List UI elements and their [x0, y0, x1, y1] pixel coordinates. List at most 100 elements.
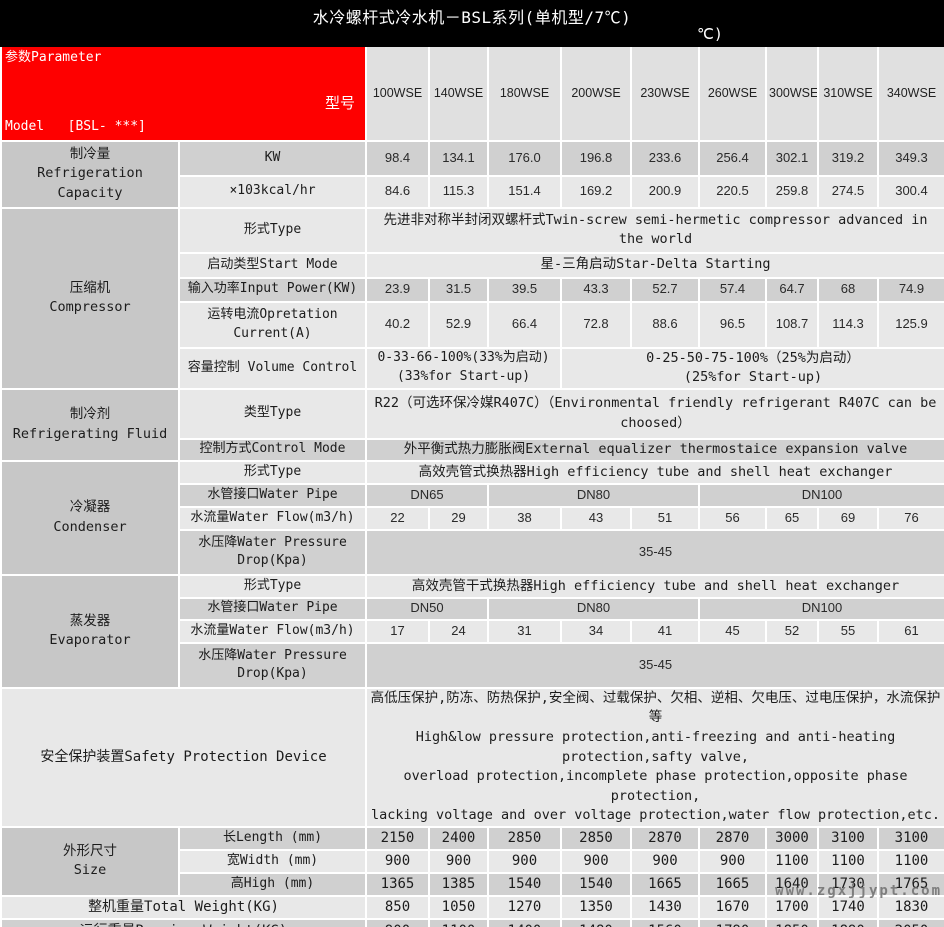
value-cell: 31.5 [429, 278, 488, 302]
value-cell: 1350 [561, 896, 631, 919]
value-cell: 1100 [818, 850, 878, 873]
watermark: www.zgxjjypt.com [775, 883, 942, 899]
value-cell: 35-45 [366, 530, 944, 575]
row-evaporator-type: 蒸发器 Evaporator 形式Type 高效壳管干式换热器High effi… [1, 575, 944, 598]
model-column-header: 180WSE [488, 47, 561, 141]
value-cell: 3100 [818, 827, 878, 850]
group-evaporator: 蒸发器 Evaporator [1, 575, 179, 688]
value-cell: 115.3 [429, 176, 488, 208]
value-cell: 2870 [699, 827, 766, 850]
row-compressor-type: 压缩机 Compressor 形式Type 先进非对称半封闭双螺杆式Twin-s… [1, 208, 944, 253]
value-cell: 52.9 [429, 302, 488, 348]
value-cell: 1670 [699, 896, 766, 919]
model-column-header: 200WSE [561, 47, 631, 141]
value-cell: 349.3 [878, 141, 944, 176]
value-cell: 41 [631, 620, 699, 643]
value-cell: 31 [488, 620, 561, 643]
value-cell-large-models: 0-25-50-75-100%（25%为启动） (25%for Start-up… [561, 348, 944, 389]
row-label: 控制方式Control Mode [179, 439, 366, 461]
value-cell: 2400 [429, 827, 488, 850]
value-cell: 196.8 [561, 141, 631, 176]
page-title-overflow: ℃) [697, 25, 723, 43]
value-cell: 151.4 [488, 176, 561, 208]
value-cell: 17 [366, 620, 429, 643]
value-cell: 34 [561, 620, 631, 643]
row-label: ×103kcal/hr [179, 176, 366, 208]
value-cell: 84.6 [366, 176, 429, 208]
value-cell: 1740 [818, 896, 878, 919]
group-refrigeration-capacity: 制冷量 Refrigeration Capacity [1, 141, 179, 208]
value-cell: DN65 [366, 484, 488, 507]
param-model-header-cell: 参数Parameter 型号 Model [BSL- ***] [1, 47, 366, 141]
group-compressor: 压缩机 Compressor [1, 208, 179, 389]
page-title: 水冷螺杆式冷水机－BSL系列(单机型/7℃) [0, 0, 944, 28]
row-total-weight: 整机重量Total Weight(KG) 850 1050 1270 1350 … [1, 896, 944, 919]
value-cell: 220.5 [699, 176, 766, 208]
row-condenser-type: 冷凝器 Condenser 形式Type 高效壳管式换热器High effici… [1, 461, 944, 484]
value-cell: 72.8 [561, 302, 631, 348]
value-cell: 51 [631, 507, 699, 530]
value-cell: 52 [766, 620, 818, 643]
value-cell: 45 [699, 620, 766, 643]
row-label: 水管接口Water Pipe [179, 598, 366, 620]
value-cell: 98.4 [366, 141, 429, 176]
row-label: 容量控制 Volume Control [179, 348, 366, 389]
row-label: 形式Type [179, 461, 366, 484]
row-label: 水压降Water Pressure Drop(Kpa) [179, 530, 366, 575]
value-cell: 1850 [766, 919, 818, 927]
value-cell: 900 [631, 850, 699, 873]
value-cell: 星-三角启动Star-Delta Starting [366, 253, 944, 278]
row-label: 运转电流Opretation Current(A) [179, 302, 366, 348]
value-cell: 900 [699, 850, 766, 873]
group-condenser: 冷凝器 Condenser [1, 461, 179, 575]
value-cell: 66.4 [488, 302, 561, 348]
value-cell: 29 [429, 507, 488, 530]
group-refrigerating-fluid: 制冷剂 Refrigerating Fluid [1, 389, 179, 461]
value-cell: DN100 [699, 598, 944, 620]
value-cell: 61 [878, 620, 944, 643]
value-cell: 169.2 [561, 176, 631, 208]
model-column-header: 140WSE [429, 47, 488, 141]
value-cell: 43.3 [561, 278, 631, 302]
value-cell: 65 [766, 507, 818, 530]
value-cell: 23.9 [366, 278, 429, 302]
title-band: 水冷螺杆式冷水机－BSL系列(单机型/7℃) ℃) [0, 0, 944, 47]
value-cell: 3100 [878, 827, 944, 850]
value-cell: 1100 [429, 919, 488, 927]
value-cell: 3000 [766, 827, 818, 850]
row-label: 启动类型Start Mode [179, 253, 366, 278]
value-cell: 74.9 [878, 278, 944, 302]
param-label: 参数Parameter [5, 49, 101, 68]
value-cell: 1385 [429, 873, 488, 896]
value-cell: 319.2 [818, 141, 878, 176]
value-cell: 134.1 [429, 141, 488, 176]
row-label: 水流量Water Flow(m3/h) [179, 620, 366, 643]
value-cell: 1100 [766, 850, 818, 873]
row-capacity-kw: 制冷量 Refrigeration Capacity KW 98.4 134.1… [1, 141, 944, 176]
value-cell: 1480 [561, 919, 631, 927]
value-cell: 1540 [488, 873, 561, 896]
row-label: 整机重量Total Weight(KG) [1, 896, 366, 919]
value-cell: 外平衡式热力膨胀阀External equalizer thermostaice… [366, 439, 944, 461]
value-cell: 125.9 [878, 302, 944, 348]
value-cell: 39.5 [488, 278, 561, 302]
value-cell: DN80 [488, 484, 699, 507]
value-cell: 850 [366, 896, 429, 919]
safety-label: 安全保护装置Safety Protection Device [1, 688, 366, 827]
value-cell: 1100 [878, 850, 944, 873]
value-cell: 108.7 [766, 302, 818, 348]
value-cell: 24 [429, 620, 488, 643]
value-cell-small-models: 0-33-66-100%(33%为启动) (33%for Start-up) [366, 348, 561, 389]
spec-table: 参数Parameter 型号 Model [BSL- ***] 100WSE 1… [0, 47, 944, 927]
value-cell: 1540 [561, 873, 631, 896]
value-cell: 57.4 [699, 278, 766, 302]
value-cell: 2850 [561, 827, 631, 850]
value-cell: 1830 [878, 896, 944, 919]
value-cell: 900 [561, 850, 631, 873]
value-cell: 高效壳管式换热器High efficiency tube and shell h… [366, 461, 944, 484]
header-row: 参数Parameter 型号 Model [BSL- ***] 100WSE 1… [1, 47, 944, 141]
row-label: KW [179, 141, 366, 176]
value-cell: 高效壳管干式换热器High efficiency tube and shell … [366, 575, 944, 598]
value-cell: DN80 [488, 598, 699, 620]
value-cell: 176.0 [488, 141, 561, 176]
